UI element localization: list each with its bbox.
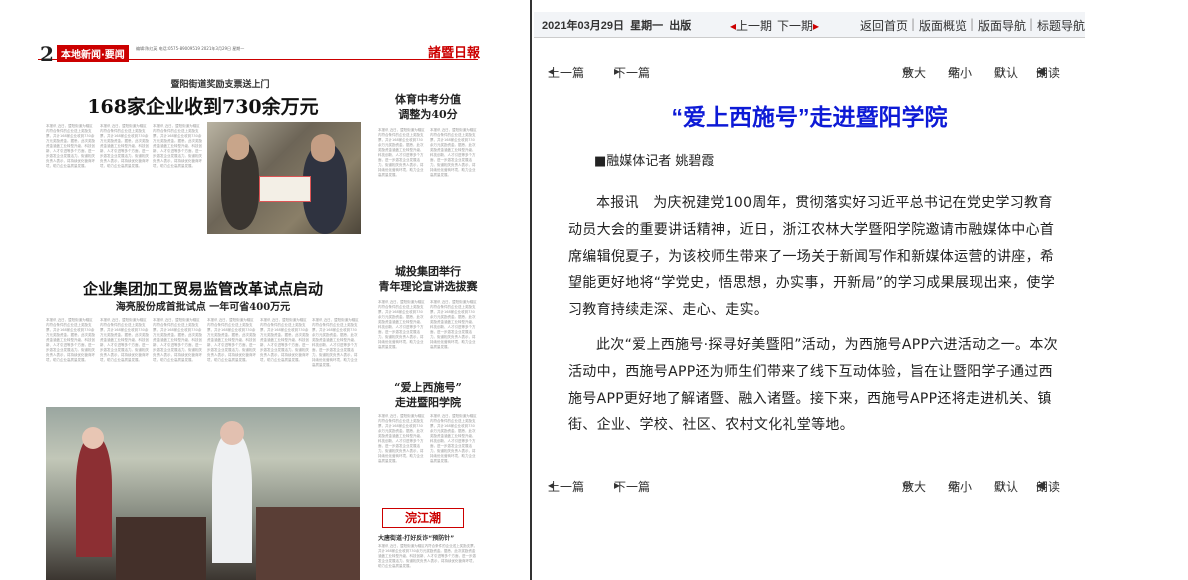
article-subheadline: 海亮股份成首批试点 一年可省400万元 [115, 302, 291, 313]
overview-link[interactable]: 版面概览 [919, 17, 967, 34]
column-logo: 浣江潮 [382, 508, 464, 528]
article-body-text: 本报讯 近日，暨阳街道为辖区内符合条件的企业送上奖励支票，共计168家企业收到7… [100, 318, 149, 362]
page-meta: 编辑:陈红英 电话:0575-89009519 2021年3月29日 星期一 [136, 46, 245, 51]
news-photo-award [207, 122, 361, 234]
minus-circle-icon: ⊖ [948, 478, 959, 492]
page-section-label: 本地新闻·要闻 [57, 45, 129, 62]
article-body-text: 本报讯 近日，暨阳街道为辖区内符合条件的企业送上奖励支票，共计168家企业收到7… [378, 414, 425, 463]
article-title: “爱上西施号”走进暨阳学院 [671, 104, 948, 130]
article-nav-top: ◂ 上一篇 下一篇 ▸ 放大 ⊕ 缩小 ⊖ 默认 ○ 朗读 ◀ [548, 64, 1061, 80]
arrow-right-icon: ▸ [813, 19, 820, 33]
prev-issue-link[interactable]: ◂上一期 [730, 17, 772, 34]
article-kicker[interactable]: 暨阳街道奖励支票送上门 [70, 77, 370, 90]
article-body-text: 本报讯 近日，暨阳街道为辖区内符合条件的企业送上奖励支票，共计168家企业收到7… [100, 124, 149, 168]
article-panel: 2021年03月29日 星期一 出版 ◂上一期 下一期▸ 返回首页 | 版面概览… [534, 0, 1085, 580]
article-body-text: 本报讯 近日，暨阳街道为辖区内符合条件的企业送上奖励支票，共计168家企业收到7… [378, 300, 425, 349]
next-issue-link[interactable]: 下一期▸ [777, 17, 819, 34]
article-headline[interactable]: 企业集团加工贸易监管改革试点启动 [46, 278, 360, 299]
article-author: ■融媒体记者 姚碧霞 [594, 154, 715, 169]
page-nav-link[interactable]: 版面导航 [978, 17, 1026, 34]
article-body-text: 本报讯 近日，暨阳街道为辖区内符合条件的企业送上奖励支票，共计168家企业收到7… [46, 318, 95, 362]
circle-icon: ○ [994, 478, 1005, 492]
article-body-text: 本报讯 近日，暨阳街道为辖区内符合条件的企业送上奖励支票，共计168家企业收到7… [153, 124, 202, 168]
plus-circle-icon: ⊕ [902, 478, 913, 492]
news-photo-opera [46, 407, 360, 580]
article-body-text: 本报讯 近日，暨阳街道为辖区内符合条件的企业送上奖励支票，共计168家企业收到7… [430, 300, 477, 349]
page-number: 2 [40, 42, 54, 66]
article-body-text: 本报讯 近日，暨阳街道为辖区内符合条件的企业送上奖励支票，共计168家企业收到7… [430, 414, 477, 463]
article-headline[interactable]: 168家企业收到730余万元 [46, 92, 360, 119]
top-toolbar: 2021年03月29日 星期一 出版 ◂上一期 下一期▸ 返回首页 | 版面概览… [534, 12, 1085, 38]
plus-circle-icon: ⊕ [902, 64, 913, 78]
side-headline[interactable]: 城投集团举行 青年理论宣讲选拔赛 [378, 264, 478, 294]
circle-icon: ○ [994, 64, 1005, 78]
article-body-text: 本报讯 近日，暨阳街道为辖区内符合条件的企业送上奖励支票，共计168家企业收到7… [378, 128, 425, 177]
article-body-text: 本报讯 近日，暨阳街道为辖区内符合条件的企业送上奖励支票，共计168家企业收到7… [312, 318, 359, 367]
newspaper-page-image[interactable]: 2 本地新闻·要闻 编辑:陈红英 电话:0575-89009519 2021年3… [0, 0, 532, 580]
newspaper-logo: 諸暨日報 [428, 46, 481, 61]
issue-date: 2021年03月29日 星期一 出版 [542, 20, 692, 32]
article-body-text: 本报讯 近日，暨阳街道为辖区内符合条件的企业送上奖励支票，共计168家企业收到7… [260, 318, 309, 362]
article-paragraph: 此次“爱上西施号·探寻好美暨阳”活动，为西施号APP六进活动之一。本次活动中，西… [568, 337, 1058, 434]
minus-circle-icon: ⊖ [948, 64, 959, 78]
title-nav-link[interactable]: 标题导航 [1037, 17, 1085, 34]
speaker-icon: ◀ [1036, 478, 1046, 492]
page-gutter [1085, 0, 1188, 580]
home-link[interactable]: 返回首页 [860, 17, 908, 34]
article-body-text: 本报讯 近日，暨阳街道为辖区内符合条件的企业送上奖励支票，共计168家企业收到7… [207, 318, 256, 362]
arrow-right-icon: ▸ [614, 64, 621, 78]
article-body-text: 本报讯 近日，暨阳街道为辖区内符合条件的企业送上奖励支票，共计168家企业收到7… [378, 544, 478, 568]
arrow-right-icon: ▸ [614, 478, 621, 492]
article-body-text: 本报讯 近日，暨阳街道为辖区内符合条件的企业送上奖励支票，共计168家企业收到7… [153, 318, 202, 362]
article-body-text: 本报讯 近日，暨阳街道为辖区内符合条件的企业送上奖励支票，共计168家企业收到7… [430, 128, 477, 177]
side-headline-highlighted[interactable]: “爱上西施号” 走进暨阳学院 [378, 380, 478, 410]
article-nav-bottom: ◂ 上一篇 下一篇 ▸ 放大 ⊕ 缩小 ⊖ 默认 ○ 朗读 ◀ [548, 478, 1061, 494]
speaker-icon: ◀ [1036, 64, 1046, 78]
side-headline[interactable]: 体育中考分值 调整为40分 [378, 92, 478, 122]
side-headline[interactable]: 大唐街道·打好反诈“预防针” [378, 533, 478, 542]
article-paragraph: 本报讯 为庆祝建党100周年，贯彻落实好习近平总书记在党史学习教育动员大会的重要… [568, 195, 1056, 319]
